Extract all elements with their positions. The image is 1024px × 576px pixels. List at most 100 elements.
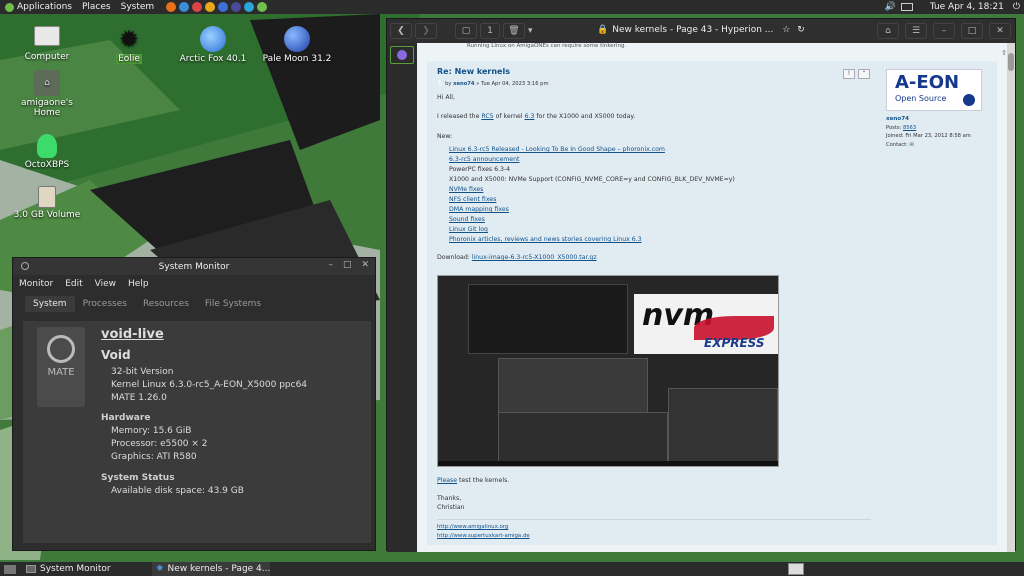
tab-system[interactable]: System xyxy=(25,296,75,312)
browser-titlebar[interactable]: ❮ ❯ ▢ 1 🗑 ▾ 🔒 New kernels - Page 43 - Hyp… xyxy=(387,19,1015,43)
desktop-icon-octoxbps[interactable]: OctoXBPS xyxy=(8,134,86,170)
forward-button[interactable]: ❯ xyxy=(415,23,437,39)
desktop-icon-palemoon[interactable]: Pale Moon 31.2 xyxy=(258,26,336,64)
bottom-taskbar: System Monitor ✸ New kernels - Page 4... xyxy=(0,562,1024,576)
volume-icon[interactable]: 🔊 xyxy=(885,2,896,12)
places-menu[interactable]: Places xyxy=(77,0,116,14)
list-item[interactable]: NFS client fixes xyxy=(449,196,496,203)
post-screenshot[interactable]: nvm EXPRESS xyxy=(437,275,779,467)
menu-help[interactable]: Help xyxy=(128,279,149,289)
desktop-icon-arcticfox[interactable]: Arctic Fox 40.1 xyxy=(174,26,252,64)
posts-label: Posts: xyxy=(886,125,903,131)
applications-menu[interactable]: Applications xyxy=(0,0,77,14)
system-monitor-window: System Monitor – □ ✕ Monitor Edit View H… xyxy=(12,257,376,551)
show-desktop-icon[interactable] xyxy=(4,564,16,574)
list-item[interactable]: Sound fixes xyxy=(449,216,485,223)
menu-button[interactable]: ☰ xyxy=(905,23,927,39)
menu-edit[interactable]: Edit xyxy=(65,279,82,289)
reload-icon[interactable]: ↻ xyxy=(797,25,805,35)
launcher-icon[interactable] xyxy=(191,2,202,12)
workspace-switcher[interactable] xyxy=(788,563,804,575)
system-menu[interactable]: System xyxy=(116,0,160,14)
close-icon[interactable]: ✕ xyxy=(361,260,369,270)
menu-view[interactable]: View xyxy=(95,279,116,289)
sidebar-tab[interactable] xyxy=(390,46,414,64)
desktop-icon-label: OctoXBPS xyxy=(24,160,70,170)
mate-logo-icon xyxy=(47,335,75,363)
home-button[interactable]: ⌂ xyxy=(877,23,899,39)
scrollbar-thumb[interactable] xyxy=(1008,53,1014,71)
kernel-version: Kernel Linux 6.3.0-rc5_A-EON_X5000 ppc64 xyxy=(111,380,308,390)
octoxbps-icon xyxy=(37,134,57,158)
launcher-icon[interactable] xyxy=(256,2,267,12)
launcher-icon[interactable] xyxy=(165,2,176,12)
new-tab-button[interactable]: ▢ xyxy=(455,23,477,39)
desktop-icon-home[interactable]: ⌂ amigaone's Home xyxy=(8,70,86,118)
browser-title: 🔒 New kernels - Page 43 - Hyperion ... ☆ … xyxy=(597,25,805,35)
posts-count[interactable]: 8563 xyxy=(903,125,916,131)
forum-post: Re: New kernels 📄 by xeno74 » Tue Apr 04… xyxy=(427,61,997,545)
graphics-value: Graphics: ATI R580 xyxy=(111,452,197,462)
version-link[interactable]: 6.3 xyxy=(525,113,535,120)
download-link[interactable]: linux-image-6.3-rc5-X1000_X5000.tar.gz xyxy=(472,254,597,261)
maximize-button[interactable]: □ xyxy=(961,23,983,39)
post-actions: ! “ xyxy=(843,69,870,79)
post-intro: I released the RC5 of kernel 6.3 for the… xyxy=(437,113,635,120)
launcher-icon[interactable] xyxy=(178,2,189,12)
taskbar-item-system-monitor[interactable]: System Monitor xyxy=(22,562,152,576)
contact-icon[interactable]: ✉ xyxy=(910,142,914,148)
list-item[interactable]: Phoronix articles, reviews and news stor… xyxy=(449,236,642,243)
system-info-panel: MATE void-live Void 32-bit Version Kerne… xyxy=(23,321,371,543)
taskbar-item-browser[interactable]: ✸ New kernels - Page 4... xyxy=(152,562,270,576)
desktop-icon-computer[interactable]: Computer xyxy=(8,26,86,62)
network-icon[interactable] xyxy=(900,3,913,11)
list-item[interactable]: Linux Git log xyxy=(449,226,488,233)
list-item[interactable]: DMA mapping fixes xyxy=(449,206,509,213)
back-button[interactable]: ❮ xyxy=(390,23,412,39)
tab-resources[interactable]: Resources xyxy=(135,296,197,312)
tab-counter-button[interactable]: 1 xyxy=(480,23,500,39)
quote-icon[interactable]: “ xyxy=(858,69,870,79)
launcher-icon[interactable] xyxy=(230,2,241,12)
screenshot-pci-window xyxy=(498,412,668,462)
signature-link-2[interactable]: http://www.supertuxkart-amiga.de xyxy=(437,533,530,539)
signature-link-1[interactable]: http://www.amigalinux.org xyxy=(437,524,508,530)
maximize-icon[interactable]: □ xyxy=(343,260,352,270)
post-title[interactable]: Re: New kernels xyxy=(437,67,510,76)
minimize-button[interactable]: – xyxy=(933,23,955,39)
list-item[interactable]: Linux 6.3-rc5 Released - Looking To Be I… xyxy=(449,146,665,153)
menu-monitor[interactable]: Monitor xyxy=(19,279,53,289)
minimize-icon[interactable]: – xyxy=(328,260,333,270)
launcher-icon[interactable] xyxy=(217,2,228,12)
power-icon[interactable]: ⏻ xyxy=(1013,2,1020,12)
desktop-icon-eolie[interactable]: ✹ Eolie xyxy=(90,26,168,64)
os-version: 32-bit Version xyxy=(111,367,174,377)
star-icon[interactable]: ☆ xyxy=(782,25,790,35)
clock[interactable]: Tue Apr 4, 18:21 xyxy=(930,2,1004,12)
screenshot-filemanager xyxy=(498,358,648,413)
list-item[interactable]: NVMe fixes xyxy=(449,186,483,193)
report-icon[interactable]: ! xyxy=(843,69,855,79)
tab-processes[interactable]: Processes xyxy=(75,296,135,312)
desktop-icon-label: Eolie xyxy=(116,54,142,64)
desktop-icon-label: Arctic Fox 40.1 xyxy=(179,54,247,64)
desktop-icon-volume[interactable]: 3.0 GB Volume xyxy=(8,186,86,220)
post-author[interactable]: xeno74 xyxy=(453,81,474,87)
screenshot-nvme-logo: nvm EXPRESS xyxy=(634,294,778,354)
launcher-icon[interactable] xyxy=(243,2,254,12)
tab-file-systems[interactable]: File Systems xyxy=(197,296,269,312)
please-link[interactable]: Please xyxy=(437,477,457,484)
trash-button[interactable]: 🗑 xyxy=(503,23,525,39)
profile-username[interactable]: xeno74 xyxy=(886,116,909,122)
close-button[interactable]: ✕ xyxy=(989,23,1011,39)
dropdown-icon[interactable]: ▾ xyxy=(528,26,533,36)
rc5-link[interactable]: RC5 xyxy=(481,113,493,120)
new-label: New: xyxy=(437,133,453,140)
taskbar-label: System Monitor xyxy=(40,564,111,574)
page-scrollbar[interactable] xyxy=(1007,43,1015,552)
profile-contact: Contact: ✉ xyxy=(886,142,914,148)
window-titlebar[interactable]: System Monitor – □ ✕ xyxy=(13,258,375,275)
list-item[interactable]: 6.3-rc5 announcement xyxy=(449,156,519,163)
launcher-icon[interactable] xyxy=(204,2,215,12)
author-avatar[interactable]: A-EON Open Source xyxy=(886,69,982,111)
